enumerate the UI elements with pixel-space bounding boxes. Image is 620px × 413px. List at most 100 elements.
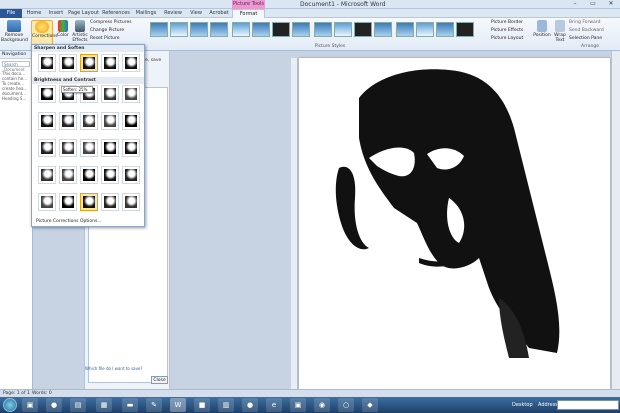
tab-file[interactable]: File <box>0 9 22 18</box>
close-button[interactable]: Close <box>151 376 168 384</box>
correction-option[interactable] <box>38 193 56 211</box>
picture-corrections-options-link[interactable]: Picture Corrections Options... <box>36 219 102 224</box>
correction-option[interactable] <box>122 54 140 72</box>
correction-option[interactable] <box>101 193 119 211</box>
correction-option[interactable] <box>122 166 140 184</box>
correction-option[interactable] <box>59 112 77 130</box>
adjust-small-buttons: Compress Pictures Change Picture Reset P… <box>90 19 132 43</box>
folder-icon[interactable]: ▬ <box>122 398 138 412</box>
correction-option[interactable] <box>122 112 140 130</box>
correction-option[interactable] <box>101 139 119 157</box>
tab-view[interactable]: View <box>186 9 206 18</box>
style-thumb-12[interactable] <box>374 22 392 37</box>
correction-option[interactable] <box>101 85 119 103</box>
taskbar-app-14[interactable]: ○ <box>338 398 354 412</box>
correction-option[interactable] <box>59 54 77 72</box>
correction-option[interactable] <box>101 112 119 130</box>
picture-border-button[interactable]: Picture Border <box>491 19 523 27</box>
style-thumb-13[interactable] <box>396 22 414 37</box>
taskbar-app-6[interactable]: ✎ <box>146 398 162 412</box>
portrait-image[interactable] <box>299 58 610 389</box>
correction-option[interactable] <box>101 166 119 184</box>
correction-option[interactable] <box>101 54 119 72</box>
correction-option[interactable] <box>122 85 140 103</box>
reset-picture-button[interactable]: Reset Picture <box>90 35 132 43</box>
tab-acrobat[interactable]: Acrobat <box>207 9 231 18</box>
document-page[interactable] <box>299 58 610 389</box>
style-thumb-3[interactable] <box>190 22 208 37</box>
taskbar-app-13[interactable]: ◉ <box>314 398 330 412</box>
wrap-text-button[interactable]: Wrap Text <box>552 20 568 48</box>
picture-layout-button[interactable]: Picture Layout <box>491 35 523 43</box>
correction-option[interactable] <box>59 193 77 211</box>
chrome-icon[interactable]: ● <box>46 398 62 412</box>
sun-icon <box>35 21 49 33</box>
help-link[interactable]: Which file do I want to save? <box>85 366 143 371</box>
style-thumb-5[interactable] <box>232 22 250 37</box>
style-thumb-11[interactable] <box>354 22 372 37</box>
correction-option[interactable] <box>38 54 56 72</box>
change-picture-button[interactable]: Change Picture <box>90 27 132 35</box>
position-button[interactable]: Position <box>533 20 551 48</box>
style-thumb-16[interactable] <box>456 22 474 37</box>
tab-insert[interactable]: Insert <box>46 9 66 18</box>
correction-option[interactable] <box>80 139 98 157</box>
style-thumb-1[interactable] <box>150 22 168 37</box>
remove-background-button[interactable]: Remove Background <box>1 20 28 48</box>
correction-option[interactable] <box>38 112 56 130</box>
taskbar-app-8[interactable]: ■ <box>194 398 210 412</box>
style-thumb-7[interactable] <box>272 22 290 37</box>
tab-format[interactable]: Format <box>232 9 265 18</box>
taskbar-app-10[interactable]: ● <box>242 398 258 412</box>
minimize-button[interactable]: – <box>566 0 584 8</box>
address-input[interactable] <box>557 400 619 410</box>
compress-pictures-button[interactable]: Compress Pictures <box>90 19 132 27</box>
style-thumb-4[interactable] <box>210 22 228 37</box>
correction-option[interactable] <box>122 193 140 211</box>
ie-icon[interactable]: e <box>266 398 282 412</box>
correction-option[interactable] <box>80 112 98 130</box>
bring-forward-button[interactable]: Bring Forward <box>569 19 604 27</box>
taskbar-app-3[interactable]: ▤ <box>70 398 86 412</box>
correction-option[interactable] <box>80 166 98 184</box>
correction-option[interactable] <box>80 54 98 72</box>
tab-mailings[interactable]: Mailings <box>132 9 160 18</box>
style-thumb-6[interactable] <box>252 22 270 37</box>
maximize-button[interactable]: ▭ <box>584 0 602 8</box>
desktop-toolbar-label[interactable]: Desktop <box>512 399 533 411</box>
correction-option[interactable] <box>38 85 56 103</box>
tab-references[interactable]: References <box>101 9 131 18</box>
picture-effects-button[interactable]: Picture Effects <box>491 27 523 35</box>
picture-format-buttons: Picture Border Picture Effects Picture L… <box>491 19 523 43</box>
correction-option[interactable] <box>80 193 98 211</box>
taskbar-app-4[interactable]: ▦ <box>96 398 112 412</box>
start-button[interactable] <box>3 398 17 412</box>
navigation-search-input[interactable]: Search Document <box>2 61 30 72</box>
corrections-gallery: Sharpen and Soften Brightness and Contra… <box>31 44 145 227</box>
tab-review[interactable]: Review <box>161 9 185 18</box>
style-thumb-2[interactable] <box>170 22 188 37</box>
style-thumb-14[interactable] <box>416 22 434 37</box>
taskbar-app-15[interactable]: ◆ <box>362 398 378 412</box>
correction-option[interactable] <box>122 139 140 157</box>
tab-page-layout[interactable]: Page Layout <box>67 9 100 18</box>
correction-option[interactable] <box>59 166 77 184</box>
style-thumb-10[interactable] <box>334 22 352 37</box>
style-thumb-9[interactable] <box>314 22 332 37</box>
taskbar-app-1[interactable]: ▣ <box>22 398 38 412</box>
tab-home[interactable]: Home <box>24 9 44 18</box>
taskbar-app-9[interactable]: ▥ <box>218 398 234 412</box>
style-thumb-15[interactable] <box>436 22 454 37</box>
picture-styles-group-label: Picture Styles <box>314 44 346 49</box>
word-icon[interactable]: W <box>170 398 186 412</box>
picture-tools-band: Picture Tools <box>232 0 265 9</box>
vertical-scrollbar[interactable] <box>611 51 620 389</box>
taskbar-app-12[interactable]: ▣ <box>290 398 306 412</box>
selection-pane-button[interactable]: Selection Pane <box>569 35 604 43</box>
correction-option[interactable] <box>59 139 77 157</box>
send-backward-button[interactable]: Send Backward <box>569 27 604 35</box>
correction-option[interactable] <box>38 166 56 184</box>
correction-option[interactable] <box>38 139 56 157</box>
close-window-button[interactable]: ✕ <box>602 0 620 8</box>
style-thumb-8[interactable] <box>292 22 310 37</box>
